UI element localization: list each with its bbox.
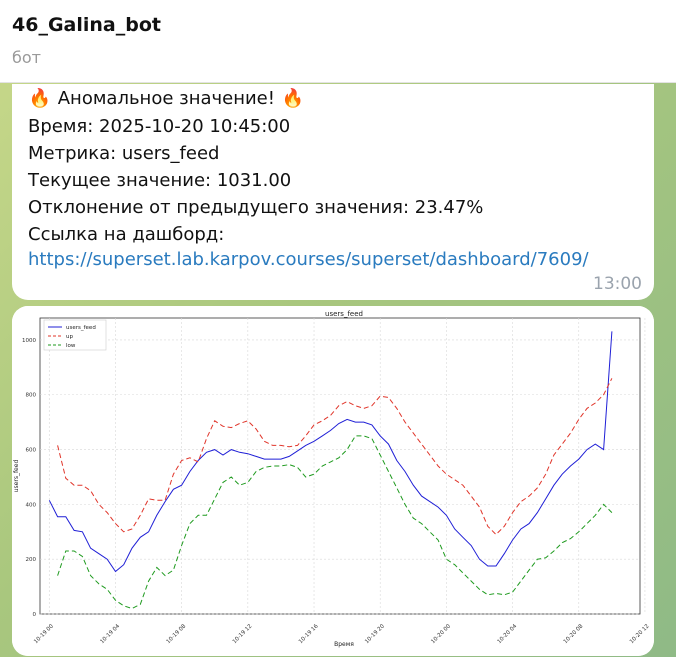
fire-icon: 🔥 xyxy=(28,88,52,109)
dashboard-link[interactable]: https://superset.lab.karpov.courses/supe… xyxy=(28,249,589,270)
chart-svg: users_feed Время users_feed 0 200 400 600 80… xyxy=(12,306,654,656)
chart-legend-label: up xyxy=(66,334,73,340)
message-bubble[interactable]: 🔥 Аномальное значение! 🔥 Время: 2025-10-… xyxy=(12,84,654,300)
chart-title: users_feed xyxy=(325,310,363,318)
chat-subtitle: бот xyxy=(12,48,41,67)
message-metric-line: Метрика: users_feed xyxy=(28,143,220,164)
message-timestamp: 13:00 xyxy=(593,274,642,294)
chart-y-tick-label: 200 xyxy=(26,557,37,563)
chart-y-tick-label: 800 xyxy=(26,393,37,399)
message-time-line: Время: 2025-10-20 10:45:00 xyxy=(28,116,291,137)
message-headline: Аномальное значение! xyxy=(57,88,275,109)
chart-y-tick-label: 400 xyxy=(26,502,37,508)
chart-y-tick-label: 600 xyxy=(26,448,37,454)
chart-y-tick-label: 1000 xyxy=(22,338,36,344)
message-current-line: Текущее значение: 1031.00 xyxy=(28,170,292,191)
chat-header[interactable]: 46_Galina_bot бот xyxy=(0,0,676,83)
fire-icon: 🔥 xyxy=(281,88,304,109)
message-deviation-line: Отклонение от предыдущего значения: 23.4… xyxy=(28,197,484,218)
chart-x-axis-label: Время xyxy=(334,641,354,648)
chart-y-axis-label: users_feed xyxy=(13,460,20,493)
chart-legend-label: low xyxy=(66,343,76,349)
chart-image-bubble[interactable]: users_feed Время users_feed 0 200 400 600 80… xyxy=(12,306,654,656)
headline-row: 🔥 Аномальное значение! 🔥 xyxy=(28,88,305,109)
chart-y-tick-label: 0 xyxy=(33,612,37,618)
message-dashboard-label: Ссылка на дашборд: xyxy=(28,224,225,245)
chart-legend-label: users_feed xyxy=(66,325,96,331)
chat-title: 46_Galina_bot xyxy=(12,14,161,36)
